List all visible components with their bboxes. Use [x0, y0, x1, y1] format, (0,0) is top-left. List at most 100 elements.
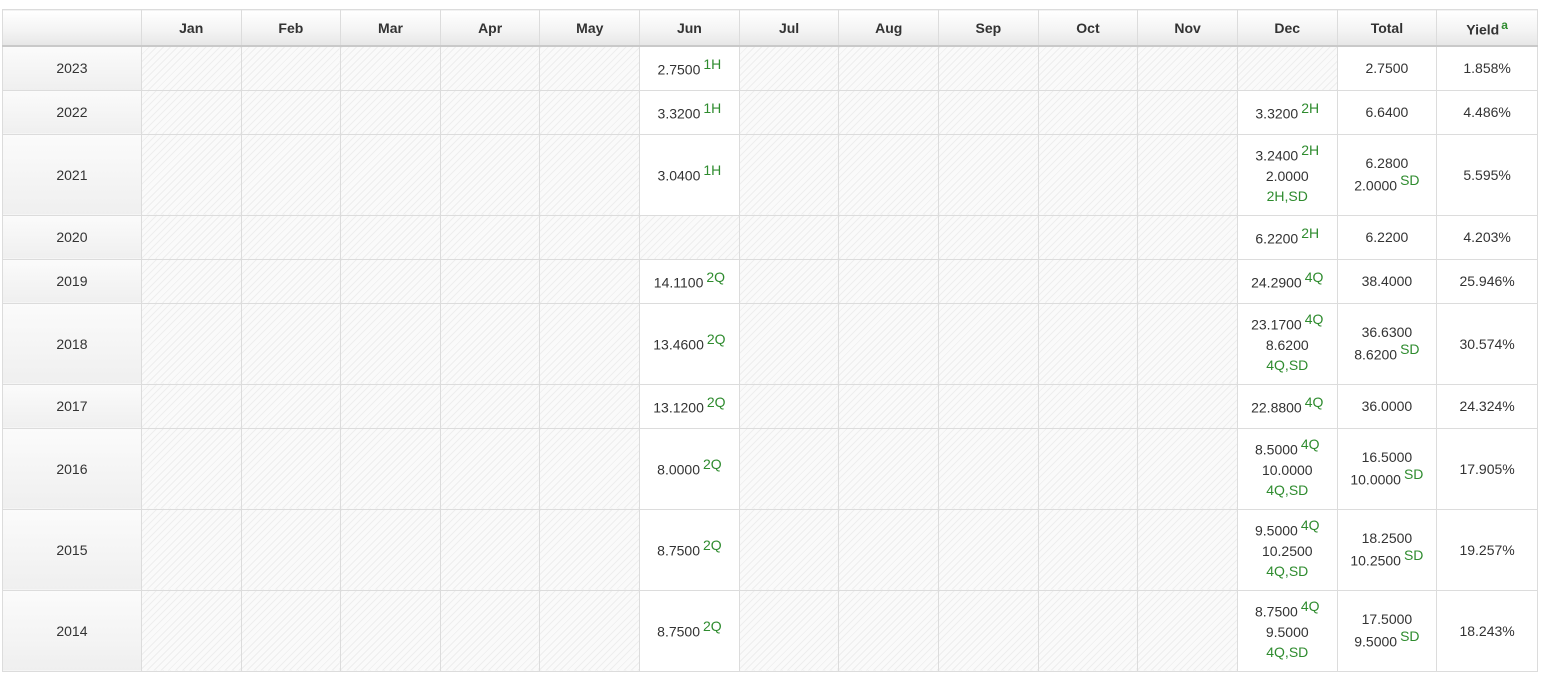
value-line: 4Q,SD [1238, 561, 1337, 581]
column-header-mar: Mar [340, 9, 441, 47]
empty-month-cell [340, 427, 441, 510]
yield-footnote-link[interactable]: a [1501, 18, 1508, 32]
empty-month-cell [340, 89, 441, 135]
value-line: 36.6300 [1338, 322, 1437, 342]
dividend-type-tag: 4Q,SD [1266, 562, 1309, 579]
empty-month-cell [1037, 383, 1139, 429]
dividend-amount: 8.7500 [657, 623, 700, 640]
empty-month-cell [738, 89, 840, 135]
value-line: 3.3200 2H [1238, 101, 1337, 124]
dividend-amount: 17.5000 [1361, 611, 1413, 628]
value-line: 2.0000 SD [1338, 173, 1437, 196]
dividend-amount: 3.2400 [1255, 147, 1299, 164]
empty-month-cell [1037, 258, 1139, 304]
year-cell: 2021 [2, 133, 142, 216]
empty-month-cell [838, 258, 940, 304]
dividend-amount: 10.0000 [1350, 471, 1401, 488]
dividend-amount: 22.8800 [1251, 399, 1302, 416]
dividend-amount: 38.4000 [1361, 273, 1413, 289]
empty-month-cell [639, 214, 740, 260]
empty-month-cell [539, 45, 641, 91]
dividend-amount: 6.6400 [1365, 104, 1409, 120]
dividend-type-tag: 2H [1301, 99, 1320, 116]
month-cell-dec: 8.5000 4Q 10.0000 4Q,SD [1236, 427, 1338, 510]
empty-month-cell [439, 214, 541, 260]
empty-month-cell [738, 133, 840, 216]
value-line: 22.8800 4Q [1238, 395, 1337, 418]
empty-month-cell [539, 302, 641, 385]
empty-month-cell [738, 427, 840, 510]
year-cell: 2023 [2, 45, 142, 91]
empty-month-cell [838, 133, 940, 216]
dividend-amount: 36.6300 [1361, 324, 1413, 341]
dividend-type-tag: 2H [1301, 142, 1320, 159]
column-header-label: Feb [278, 19, 304, 36]
table-row: 2015 8.7500 2Q 9.5000 4Q 10.2500 4Q,SD 18.2500 1… [2, 508, 1538, 591]
value-line: 10.0000 SD [1338, 467, 1437, 490]
value-line: 4Q,SD [1238, 642, 1337, 662]
total-cell: 6.2200 [1336, 214, 1438, 260]
dividend-amount: 8.7500 [657, 542, 700, 559]
dividend-history-panel: Jan Feb Mar Apr May Jun Jul Aug Sep Oct Nov Dec Tota… [2, 9, 1538, 672]
dividend-type-tag: 1H [703, 55, 722, 72]
empty-month-cell [240, 383, 342, 429]
value-line: 8.5000 4Q [1238, 437, 1337, 460]
total-cell: 36.0000 [1336, 383, 1438, 429]
value-line: 8.7500 4Q [1238, 599, 1337, 622]
empty-month-cell [439, 302, 541, 385]
column-header-label: Total [1370, 19, 1404, 36]
empty-month-cell [838, 89, 940, 135]
empty-month-cell [539, 383, 641, 429]
value-line: 24.2900 4Q [1238, 270, 1337, 293]
total-cell: 6.2800 2.0000 SD [1336, 133, 1438, 216]
value-line: 9.5000 4Q [1238, 518, 1337, 541]
month-cell-dec: 22.8800 4Q [1236, 383, 1338, 429]
month-cell-dec: 6.2200 2H [1236, 214, 1338, 260]
dividend-amount: 16.5000 [1361, 449, 1413, 466]
dividend-amount: 18.2500 [1361, 530, 1413, 547]
empty-month-cell [738, 589, 840, 672]
column-header-label: Jun [676, 19, 702, 36]
empty-month-cell [1037, 214, 1139, 260]
value-line: 3.2400 2H [1238, 143, 1337, 166]
empty-month-cell [439, 383, 541, 429]
column-header-jul: Jul [738, 9, 840, 47]
empty-month-cell [539, 589, 641, 672]
total-cell: 18.2500 10.2500 SD [1336, 508, 1438, 591]
table-row: 2019 14.1100 2Q 24.2900 4Q 38.4000 25.946% [2, 258, 1538, 304]
dividend-amount: 2.7500 [657, 61, 701, 78]
column-header-label: Yield [1466, 21, 1500, 38]
dividend-type-tag: 2Q [706, 393, 726, 410]
value-line: 2H,SD [1238, 186, 1337, 206]
month-cell-jun: 8.7500 2Q [639, 508, 740, 591]
yield-cell: 5.595% [1436, 133, 1538, 216]
dividend-type-tag: SD [1403, 466, 1424, 483]
value-line: 10.0000 [1238, 460, 1337, 480]
empty-month-cell [140, 45, 242, 91]
dividend-amount: 3.3200 [1255, 105, 1299, 122]
dividend-amount: 9.5000 [1255, 522, 1298, 539]
dividend-type-tag: SD [1400, 341, 1420, 358]
empty-month-cell [1037, 508, 1139, 591]
dividend-type-tag: 2H,SD [1266, 187, 1308, 204]
empty-month-cell [539, 258, 641, 304]
empty-month-cell [838, 302, 940, 385]
empty-month-cell [1037, 89, 1139, 135]
table-row: 2022 3.3200 1H 3.3200 2H 6.6400 4.486% [2, 89, 1538, 135]
dividend-amount: 6.2200 [1255, 230, 1299, 247]
yield-cell: 18.243% [1436, 589, 1538, 672]
dividend-type-tag: 2Q [706, 331, 726, 348]
column-header-label: Aug [875, 19, 903, 36]
year-cell: 2014 [2, 589, 142, 672]
month-cell-jun: 2.7500 1H [639, 45, 740, 91]
value-line: 16.5000 [1338, 447, 1437, 467]
column-header-label: Oct [1076, 19, 1100, 36]
empty-month-cell [140, 214, 242, 260]
dividend-amount: 9.5000 [1265, 623, 1309, 640]
dividend-type-tag: 4Q [1300, 598, 1320, 615]
column-header-feb: Feb [240, 9, 342, 47]
dividend-type-tag: SD [1400, 172, 1420, 189]
empty-month-cell [1137, 302, 1238, 385]
table-row: 2023 2.7500 1H 2.7500 1.858% [2, 45, 1538, 91]
empty-month-cell [1037, 45, 1139, 91]
